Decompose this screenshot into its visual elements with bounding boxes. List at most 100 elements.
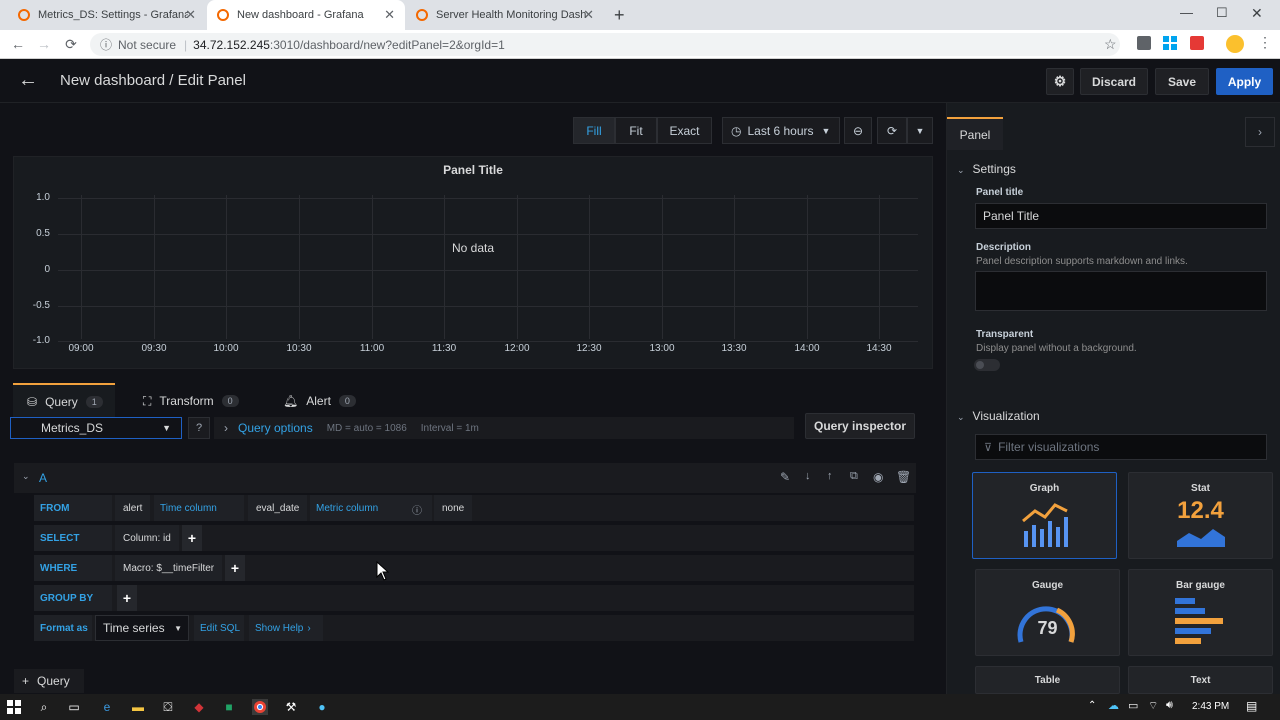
viz-card-table[interactable]: Table (975, 666, 1120, 694)
minimize-icon[interactable]: — (1180, 5, 1193, 20)
onedrive-icon[interactable]: ☁ (1108, 699, 1119, 712)
windows-start-icon[interactable] (6, 699, 22, 715)
edit-sql-link[interactable]: Edit SQL (194, 615, 244, 641)
bell-icon: 🔔︎ (283, 394, 299, 408)
where-macro-value[interactable]: Macro: $__timeFilter (115, 555, 223, 581)
battery-icon[interactable]: ▭ (1128, 699, 1138, 712)
exact-button[interactable]: Exact (657, 117, 712, 144)
discard-button[interactable]: Discard (1080, 68, 1148, 95)
viz-card-stat[interactable]: Stat 12.4 (1128, 472, 1273, 559)
datasource-picker[interactable]: Metrics_DS ▼ (10, 417, 182, 439)
chrome-icon[interactable] (252, 699, 268, 715)
close-tab-icon[interactable]: ✕ (384, 7, 395, 23)
viz-card-graph[interactable]: Graph (972, 472, 1117, 559)
query-options-bar[interactable]: › Query options MD = auto = 1086 Interva… (214, 417, 794, 439)
query-row-header[interactable]: ⌄ A ✎ ↓ ↑ ⧉ ◉ 🗑︎ (14, 463, 916, 493)
app-icon[interactable]: ⚒ (283, 699, 299, 715)
url-input[interactable]: ⓘ Not secure | 34.72.152.245:3010/dashbo… (90, 33, 1120, 56)
apply-button[interactable]: Apply (1216, 68, 1273, 95)
avatar[interactable] (1226, 35, 1244, 53)
forward-arrow-icon[interactable]: → (34, 34, 54, 54)
tab-transform[interactable]: ⛶ Transform 0 (143, 383, 239, 419)
file-explorer-icon[interactable]: ▬ (130, 699, 146, 715)
browser-tab[interactable]: Metrics_DS: Settings - Grafana ✕ (8, 0, 206, 30)
shield-extension-icon[interactable] (1190, 36, 1204, 50)
zoom-out-button[interactable]: ⊖ (844, 117, 872, 144)
close-window-icon[interactable]: ✕ (1251, 5, 1263, 22)
browser-tab-active[interactable]: New dashboard - Grafana ✕ (207, 0, 405, 30)
windows-extension-icon[interactable] (1163, 36, 1177, 50)
edge-icon[interactable]: e (99, 699, 115, 715)
save-button[interactable]: Save (1155, 68, 1209, 95)
trash-icon[interactable]: 🗑︎ (896, 470, 911, 484)
move-up-icon[interactable]: ↑ (827, 470, 833, 482)
app-icon[interactable]: ● (314, 699, 330, 715)
gear-icon: ⚙ (1053, 73, 1067, 89)
add-query-button[interactable]: + Query (14, 669, 84, 693)
browser-tab[interactable]: Server Health Monitoring Dashb ✕ (406, 0, 604, 30)
from-table-value[interactable]: alert (115, 495, 151, 521)
visualization-section-toggle[interactable]: ⌄ Visualization (957, 409, 1040, 423)
viz-card-gauge[interactable]: Gauge 79 (975, 569, 1120, 656)
maximize-icon[interactable]: ☐ (1216, 5, 1228, 21)
new-tab-button[interactable]: + (614, 5, 625, 26)
x-tick-label: 12:30 (576, 343, 602, 354)
transparent-toggle[interactable] (974, 359, 1000, 371)
back-arrow-icon[interactable]: ← (18, 69, 38, 92)
reload-icon[interactable]: ⟳ (61, 34, 81, 54)
store-icon[interactable]: ⛋ (160, 699, 176, 715)
viz-card-bar-gauge[interactable]: Bar gauge (1128, 569, 1273, 656)
close-tab-icon[interactable]: ✕ (185, 7, 196, 23)
time-column-value[interactable]: eval_date (248, 495, 308, 521)
refresh-button[interactable]: ⟳ (877, 117, 907, 144)
close-tab-icon[interactable]: ✕ (583, 7, 594, 23)
graph-panel-preview[interactable]: Panel Title No data 1.0 0.5 0 -0.5 -1.0 … (13, 156, 933, 369)
fill-button[interactable]: Fill (573, 117, 615, 144)
task-view-icon[interactable]: ▭ (66, 699, 82, 715)
edit-panel-header: ← New dashboard / Edit Panel ⚙ Discard S… (0, 59, 1280, 103)
info-icon[interactable]: ⓘ (412, 502, 422, 517)
metric-column-value[interactable]: none (434, 495, 473, 521)
clock-time[interactable]: 2:43 PM (1192, 701, 1229, 712)
move-down-icon[interactable]: ↓ (805, 470, 811, 482)
select-column-value[interactable]: Column: id (115, 525, 179, 551)
back-arrow-icon[interactable]: ← (8, 34, 28, 54)
browser-menu-icon[interactable]: ⋮ (1258, 34, 1272, 51)
network-icon[interactable]: ⌔ (1148, 699, 1158, 713)
panel-title-input[interactable]: Panel Title (975, 203, 1267, 229)
app-icon[interactable]: ◆ (191, 699, 207, 715)
filter-visualizations-input[interactable]: ⊽ Filter visualizations (975, 434, 1267, 460)
extension-icon[interactable] (1137, 36, 1151, 50)
collapse-pane-button[interactable]: › (1245, 117, 1275, 147)
info-icon[interactable]: ⓘ (100, 36, 112, 53)
pencil-icon[interactable]: ✎ (780, 470, 790, 484)
add-where-button[interactable]: + (225, 555, 245, 581)
help-icon[interactable]: ? (188, 417, 210, 439)
notifications-icon[interactable]: ▤ (1246, 699, 1257, 713)
viz-card-text[interactable]: Text (1128, 666, 1273, 694)
tab-panel[interactable]: Panel (947, 117, 1003, 150)
collapse-chevron-icon[interactable]: ⌄ (22, 471, 30, 482)
transform-icon: ⛶ (143, 393, 152, 408)
add-group-by-button[interactable]: + (117, 585, 137, 611)
fit-button[interactable]: Fit (615, 117, 657, 144)
refresh-interval-dropdown[interactable]: ▼ (907, 117, 933, 144)
tab-query[interactable]: ⛁ Query 1 (13, 383, 115, 419)
dashboard-settings-button[interactable]: ⚙ (1046, 68, 1074, 95)
gridline (734, 195, 735, 339)
duplicate-icon[interactable]: ⧉ (850, 470, 858, 483)
tab-alert[interactable]: 🔔︎ Alert 0 (283, 383, 356, 419)
show-help-link[interactable]: Show Help › (249, 615, 323, 641)
search-icon[interactable]: ⌕ (36, 699, 52, 715)
app-icon[interactable]: ■ (221, 699, 237, 715)
time-range-picker[interactable]: ◷ Last 6 hours ▼ (722, 117, 840, 144)
description-textarea[interactable] (975, 271, 1267, 311)
eye-icon[interactable]: ◉ (873, 470, 883, 484)
settings-section-toggle[interactable]: ⌄ Settings (957, 162, 1016, 176)
query-inspector-button[interactable]: Query inspector (805, 413, 915, 439)
format-as-select[interactable]: Time series ▼ (95, 615, 189, 641)
tray-chevron-icon[interactable]: ⌃ (1088, 700, 1096, 711)
volume-icon[interactable]: 🔊︎ (1166, 699, 1173, 712)
add-select-button[interactable]: + (182, 525, 202, 551)
bookmark-star-icon[interactable]: ☆ (1104, 36, 1117, 53)
